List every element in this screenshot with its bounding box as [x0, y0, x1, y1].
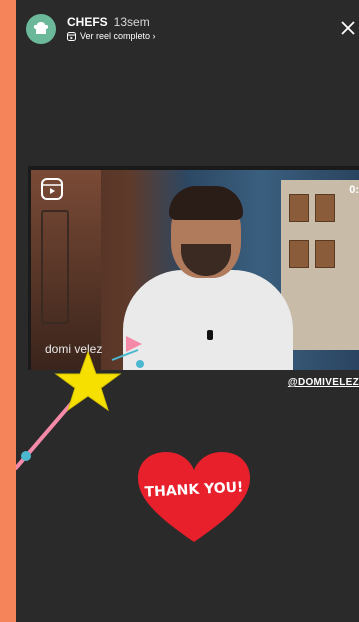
- view-full-reel-label: Ver reel completo ›: [80, 31, 156, 41]
- video-time-label: 0:: [349, 184, 359, 196]
- video-door: [41, 210, 69, 324]
- close-icon: [341, 21, 355, 35]
- mention-tag[interactable]: @DOMIVELEZ: [288, 377, 359, 388]
- close-button[interactable]: [341, 17, 359, 39]
- arrow-sticker: [126, 336, 142, 352]
- account-info: CHEFS 13sem: [67, 15, 150, 29]
- reels-icon: [41, 178, 63, 200]
- account-name[interactable]: CHEFS: [67, 15, 108, 29]
- thank-you-sticker[interactable]: THANK YOU!: [136, 450, 252, 546]
- story-header: CHEFS 13sem Ver reel completo ›: [16, 0, 359, 60]
- lapel-mic: [207, 330, 213, 340]
- chef-hat-icon: [33, 22, 49, 34]
- posted-ago: 13sem: [113, 15, 150, 29]
- view-full-reel-link[interactable]: Ver reel completo ›: [67, 31, 156, 41]
- star-icon: [54, 350, 122, 412]
- avatar[interactable]: [26, 14, 56, 44]
- reel-icon: [67, 31, 76, 41]
- story-viewer[interactable]: CHEFS 13sem Ver reel completo › 0: domi …: [16, 0, 359, 622]
- person-hair: [169, 186, 243, 220]
